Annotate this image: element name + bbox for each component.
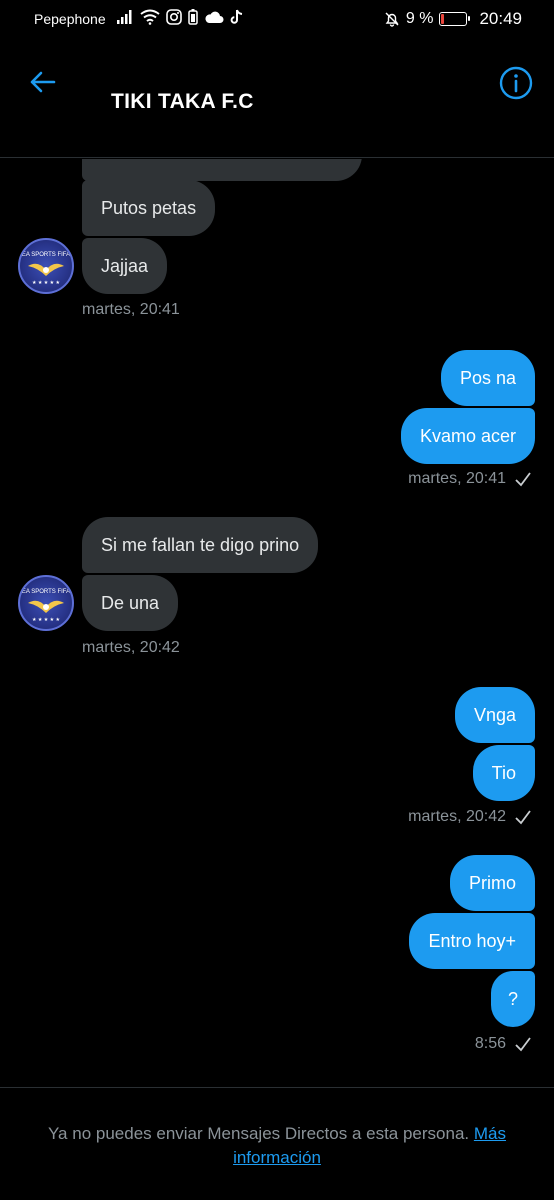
message-status: 8:56 bbox=[475, 1035, 532, 1053]
notice-text: Ya no puedes enviar Mensajes Directos a … bbox=[47, 1124, 470, 1143]
message-text: ? bbox=[507, 989, 518, 1009]
status-clock: 20:49 bbox=[479, 9, 522, 28]
status-bar: Pepephone 9 % 20:49 bbox=[0, 0, 554, 40]
message-status: martes, 20:41 bbox=[408, 470, 532, 488]
message-timestamp: martes, 20:42 bbox=[408, 808, 506, 825]
message-timestamp: martes, 20:41 bbox=[82, 301, 180, 318]
avatar[interactable]: EA SPORTS FIFA ★ ★ ★ ★ ★ bbox=[18, 575, 74, 631]
message-list[interactable]: Putos petas EA SPORTS FIFA ★ ★ ★ ★ ★ Jaj… bbox=[0, 159, 554, 1087]
outgoing-message[interactable]: Kvamo acer bbox=[400, 408, 535, 464]
outgoing-message[interactable]: Entro hoy+ bbox=[409, 913, 535, 969]
battery-icon bbox=[439, 12, 471, 26]
svg-text:EA SPORTS FIFA: EA SPORTS FIFA bbox=[22, 252, 70, 258]
check-icon bbox=[515, 472, 531, 487]
message-text: Entro hoy+ bbox=[428, 931, 516, 951]
battery-saver-icon bbox=[188, 9, 198, 25]
back-button[interactable] bbox=[24, 64, 60, 100]
incoming-message[interactable]: Jajjaa bbox=[82, 238, 168, 294]
svg-text:★ ★ ★ ★ ★: ★ ★ ★ ★ ★ bbox=[32, 280, 60, 286]
mute-bell-icon bbox=[385, 12, 399, 27]
arrow-left-icon bbox=[30, 71, 56, 93]
incoming-message-partial[interactable] bbox=[82, 159, 362, 181]
incoming-message[interactable]: Putos petas bbox=[82, 180, 216, 236]
outgoing-message[interactable]: Tio bbox=[472, 745, 535, 801]
message-text: De una bbox=[101, 593, 160, 613]
more-info-link[interactable]: Más bbox=[474, 1124, 506, 1143]
conversation-header: TIKI TAKA F.C bbox=[0, 40, 554, 158]
outgoing-message[interactable]: ? bbox=[490, 971, 535, 1027]
check-icon bbox=[515, 1037, 531, 1052]
svg-text:★ ★ ★ ★ ★: ★ ★ ★ ★ ★ bbox=[32, 617, 60, 623]
cloud-icon bbox=[205, 11, 224, 23]
signal-icon bbox=[117, 10, 132, 24]
outgoing-message[interactable]: Vnga bbox=[454, 687, 535, 743]
conversation-title: TIKI TAKA F.C bbox=[111, 90, 254, 113]
message-timestamp: martes, 20:41 bbox=[408, 470, 506, 487]
message-text: Jajjaa bbox=[101, 256, 149, 276]
info-circle-icon bbox=[499, 66, 533, 100]
outgoing-message[interactable]: Pos na bbox=[440, 350, 535, 406]
carrier-name: Pepephone bbox=[34, 11, 106, 27]
instagram-icon bbox=[166, 9, 182, 25]
check-icon bbox=[515, 810, 531, 825]
incoming-message[interactable]: Si me fallan te digo prino bbox=[82, 517, 319, 573]
message-text: Si me fallan te digo prino bbox=[101, 535, 300, 555]
svg-text:EA SPORTS FIFA: EA SPORTS FIFA bbox=[22, 589, 70, 595]
outgoing-message[interactable]: Primo bbox=[449, 855, 535, 911]
tiktok-icon bbox=[230, 9, 243, 24]
ea-sports-fifa-logo-icon: EA SPORTS FIFA ★ ★ ★ ★ ★ bbox=[22, 252, 70, 286]
message-timestamp: 8:56 bbox=[474, 1035, 506, 1052]
message-text: Pos na bbox=[459, 368, 516, 388]
ea-sports-fifa-logo-icon: EA SPORTS FIFA ★ ★ ★ ★ ★ bbox=[22, 589, 70, 623]
dm-restriction-notice: Ya no puedes enviar Mensajes Directos a … bbox=[0, 1122, 554, 1170]
message-text: Tio bbox=[491, 763, 516, 783]
message-timestamp: martes, 20:42 bbox=[82, 639, 180, 656]
more-info-link[interactable]: información bbox=[233, 1148, 321, 1167]
message-text: Vnga bbox=[473, 705, 516, 725]
wifi-icon bbox=[140, 9, 160, 25]
message-text: Kvamo acer bbox=[419, 426, 516, 446]
info-button[interactable] bbox=[498, 65, 534, 101]
message-text: Putos petas bbox=[101, 198, 197, 218]
incoming-message[interactable]: De una bbox=[82, 575, 179, 631]
message-status: martes, 20:42 bbox=[408, 808, 532, 826]
status-icons-right: 9 % 20:49 bbox=[384, 9, 522, 29]
message-text: Primo bbox=[468, 873, 516, 893]
battery-percent: 9 % bbox=[405, 10, 434, 27]
footer-divider bbox=[0, 1087, 554, 1088]
avatar[interactable]: EA SPORTS FIFA ★ ★ ★ ★ ★ bbox=[18, 238, 74, 294]
status-icons-left bbox=[116, 9, 244, 25]
